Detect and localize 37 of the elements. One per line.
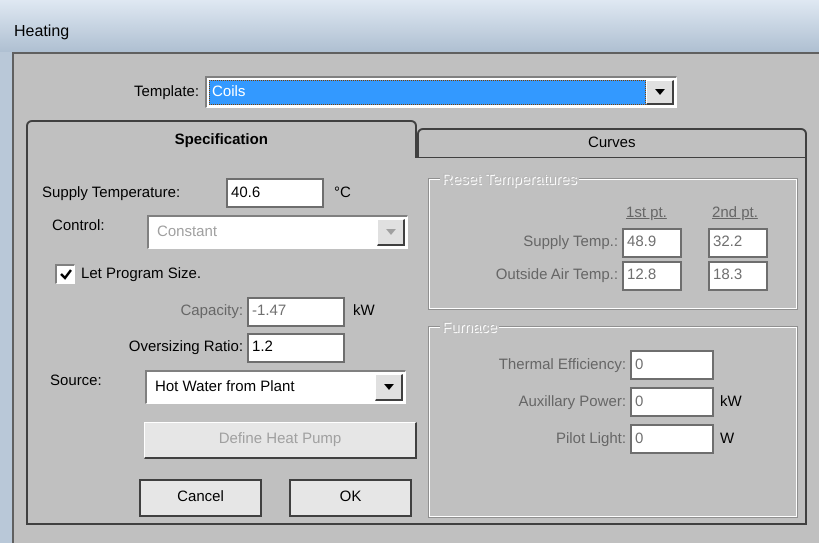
- field-label: Pilot Light:: [554, 428, 627, 449]
- control-value: Constant: [156, 222, 218, 242]
- column-header: 2nd pt.: [712, 203, 759, 223]
- caret-down-icon: [654, 89, 665, 95]
- dialog-button[interactable]: OK: [289, 478, 412, 516]
- field-label: Thermal Efficiency:: [498, 354, 627, 375]
- field-label: Outside Air Temp.:: [494, 265, 619, 286]
- input-field[interactable]: 1.2: [247, 332, 345, 362]
- tab[interactable]: Curves: [416, 128, 807, 158]
- field-label: Supply Temp.:: [522, 232, 619, 252]
- input-field[interactable]: 40.6: [226, 178, 324, 208]
- unit-label: kW: [720, 392, 742, 412]
- checkbox[interactable]: [55, 264, 75, 284]
- template-label: Template:: [134, 82, 200, 102]
- field-label: Control:: [52, 216, 106, 236]
- unit-label: W: [720, 428, 734, 449]
- checkbox-label: Let Program Size.: [81, 264, 202, 284]
- dropdown-button[interactable]: [375, 374, 403, 400]
- dialog-button[interactable]: Cancel: [139, 478, 262, 516]
- window-title: Heating: [14, 22, 70, 42]
- unit-label: °C: [334, 182, 351, 203]
- source-dropdown[interactable]: Hot Water from Plant: [145, 370, 406, 404]
- check-icon: [60, 269, 72, 280]
- template-dropdown[interactable]: Coils: [205, 76, 678, 108]
- tab[interactable]: Specification: [26, 120, 416, 158]
- field-label: Auxillary Power:: [517, 392, 627, 412]
- dropdown-button[interactable]: [646, 80, 674, 105]
- field-label: Supply Temperature:: [42, 182, 182, 203]
- field-label: Capacity:: [179, 301, 244, 322]
- field-label: Source:: [50, 370, 103, 390]
- field-label: Oversizing Ratio:: [128, 337, 244, 358]
- caret-down-icon: [386, 229, 396, 235]
- unit-label: kW: [353, 301, 375, 322]
- column-header: 1st pt.: [626, 203, 668, 223]
- caret-down-icon: [384, 384, 394, 390]
- template-value: Coils: [209, 80, 646, 105]
- source-value: Hot Water from Plant: [154, 376, 296, 397]
